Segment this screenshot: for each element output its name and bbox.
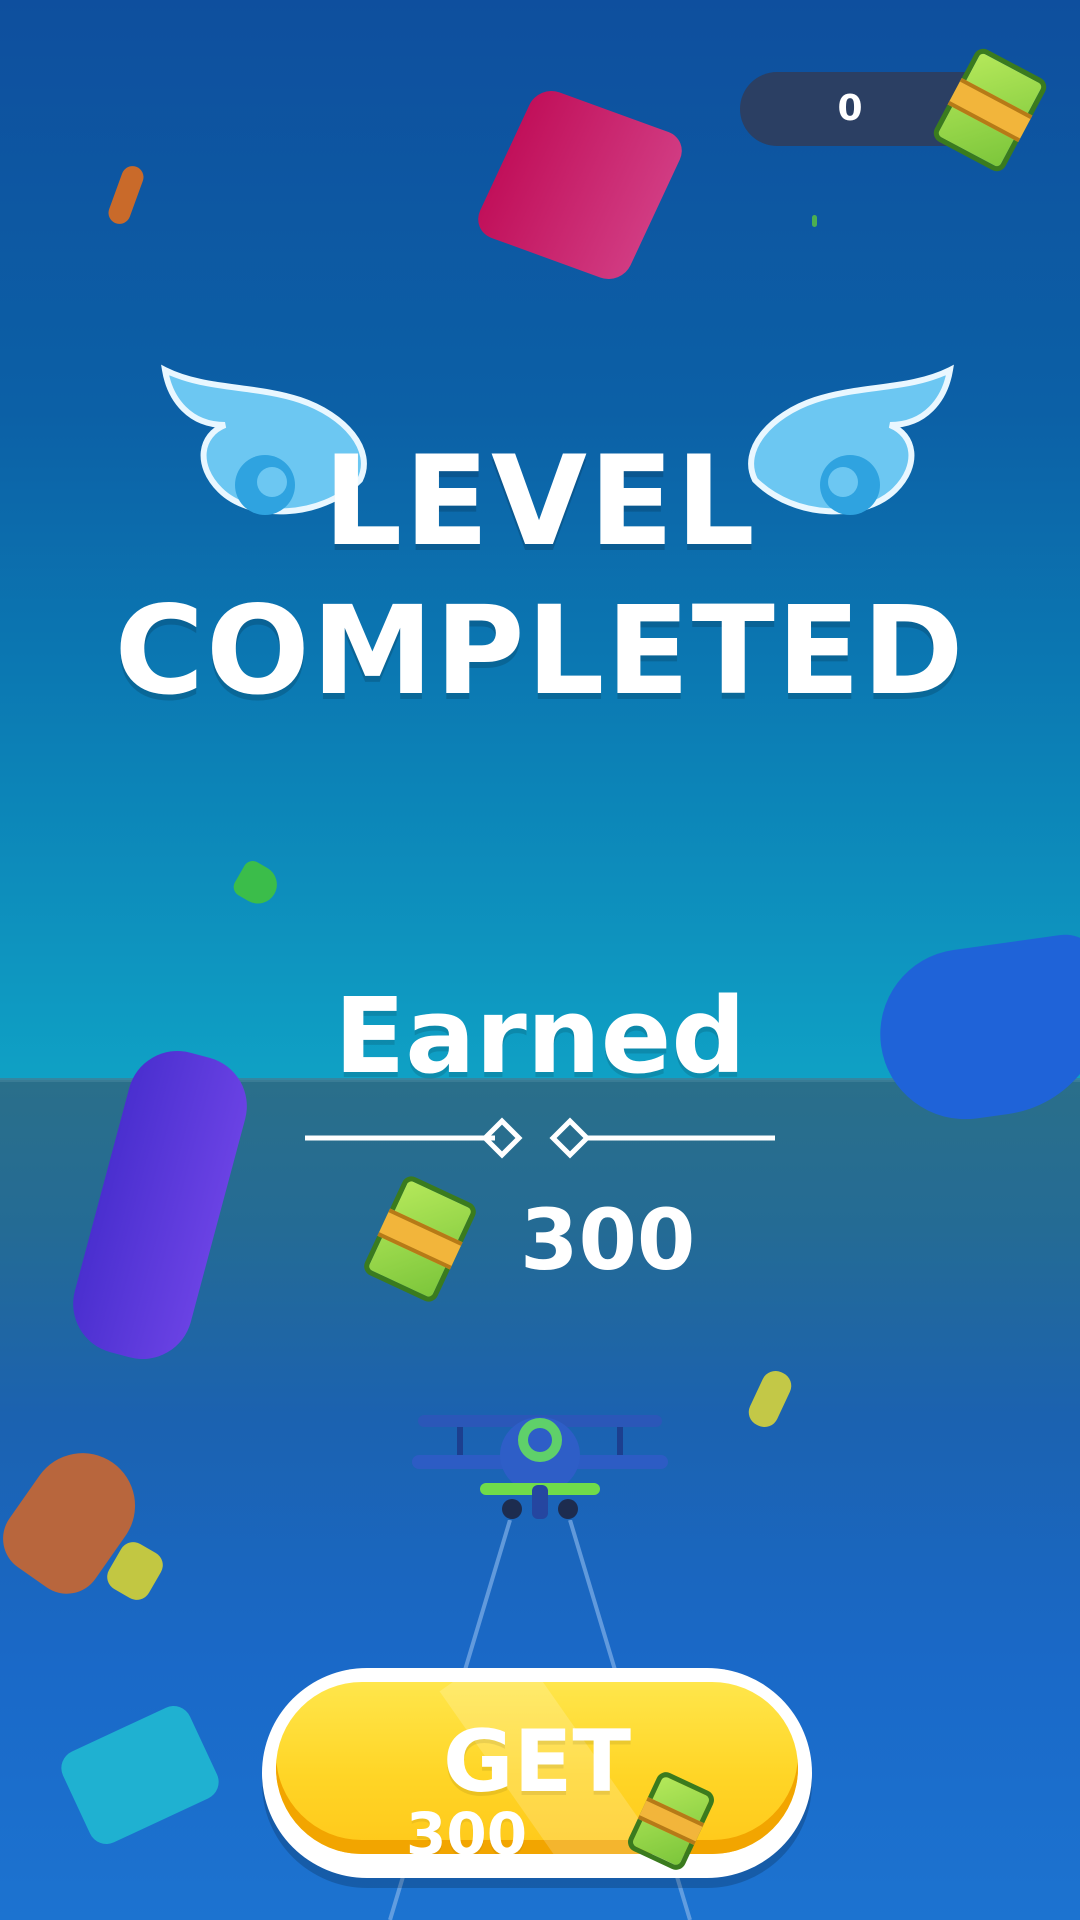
confetti-piece xyxy=(812,215,817,227)
earned-label: Earned xyxy=(334,975,746,1097)
title-level: LEVEL xyxy=(323,430,757,574)
get-button-amount: 300 xyxy=(406,1800,528,1854)
biplane xyxy=(412,1415,668,1519)
divider xyxy=(305,1117,775,1159)
earned-value: 300 xyxy=(520,1191,696,1289)
get-button-label: GET xyxy=(443,1712,631,1812)
get-button-face: GET 300 xyxy=(276,1682,798,1854)
currency-value: 0 xyxy=(837,88,863,129)
game-scene xyxy=(0,0,1080,1920)
get-reward-button[interactable]: GET 300 xyxy=(262,1668,812,1878)
title-completed: COMPLETED xyxy=(114,580,966,722)
